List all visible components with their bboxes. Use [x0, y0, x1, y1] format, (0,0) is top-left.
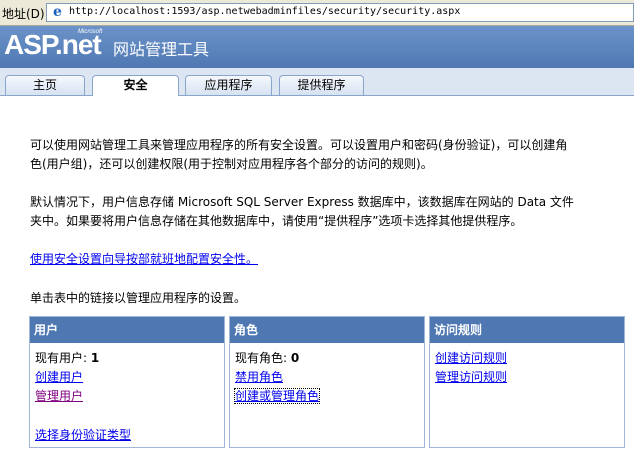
address-label: 地址(D) [2, 7, 45, 21]
roles-panel-header: 角色 [230, 317, 424, 343]
intro-text: 可以使用网站管理工具来管理应用程序的所有安全设置。可以设置用户和密码(身份验证)… [30, 136, 567, 174]
access-rules-panel-header: 访问规则 [430, 317, 624, 343]
create-access-rules-link[interactable]: 创建访问规则 [435, 351, 507, 365]
existing-roles-row: 现有角色: 0 [235, 349, 299, 366]
storage-text: 默认情况下，用户信息存储 Microsoft SQL Server Expres… [30, 193, 574, 231]
users-panel-header: 用户 [30, 317, 224, 343]
address-bar: 地址(D) e http://localhost:1593/asp.netweb… [0, 0, 634, 26]
storage-line-2: 夹中。如果要将用户信息存储在其他数据库中，请使用“提供程序”选项卡选择其他提供程… [30, 214, 523, 228]
disable-roles-link[interactable]: 禁用角色 [235, 370, 283, 384]
create-manage-roles-link[interactable]: 创建或管理角色 [233, 388, 321, 404]
create-user-link[interactable]: 创建用户 [35, 370, 83, 384]
existing-roles-label: 现有角色: [235, 351, 288, 365]
existing-users-count: 1 [90, 351, 100, 365]
intro-line-1: 可以使用网站管理工具来管理应用程序的所有安全设置。可以设置用户和密码(身份验证)… [30, 138, 568, 152]
existing-users-label: 现有用户: [35, 351, 88, 365]
select-auth-type-link[interactable]: 选择身份验证类型 [35, 428, 131, 442]
security-wizard-link[interactable]: 使用安全设置向导按部就班地配置安全性。 [30, 252, 258, 266]
header-banner: ASP.net Microsoft 网站管理工具 [0, 26, 634, 68]
existing-roles-count: 0 [290, 351, 300, 365]
tab-application[interactable]: 应用程序 [185, 75, 272, 95]
manage-users-link[interactable]: 管理用户 [35, 389, 83, 403]
wizard-link-row: 使用安全设置向导按部就班地配置安全性。 [30, 250, 258, 269]
address-input[interactable]: e http://localhost:1593/asp.netwebadminf… [46, 3, 634, 22]
access-rules-panel: 访问规则 创建访问规则 管理访问规则 [429, 316, 625, 448]
roles-panel: 角色 现有角色: 0 禁用角色 创建或管理角色 [229, 316, 425, 448]
tab-providers[interactable]: 提供程序 [279, 75, 364, 95]
tab-bar: 主页 安全 应用程序 提供程序 [0, 68, 634, 96]
page-title: 网站管理工具 [113, 40, 210, 59]
intro-line-2: 色(用户组)，还可以创建权限(用于控制对应用程序各个部分的访问的规则)。 [30, 157, 433, 171]
storage-line-1: 默认情况下，用户信息存储 Microsoft SQL Server Expres… [30, 195, 574, 209]
microsoft-logo-text: Microsoft [78, 29, 103, 35]
address-url[interactable]: http://localhost:1593/asp.netwebadminfil… [69, 6, 460, 17]
tab-security[interactable]: 安全 [92, 75, 179, 96]
table-instruction: 单击表中的链接以管理应用程序的设置。 [30, 291, 247, 305]
existing-users-row: 现有用户: 1 [35, 349, 99, 366]
users-panel: 用户 现有用户: 1 创建用户 管理用户 选择身份验证类型 [29, 316, 225, 448]
manage-access-rules-link[interactable]: 管理访问规则 [435, 370, 507, 384]
tab-home[interactable]: 主页 [5, 75, 85, 95]
ie-page-icon: e [53, 4, 62, 20]
